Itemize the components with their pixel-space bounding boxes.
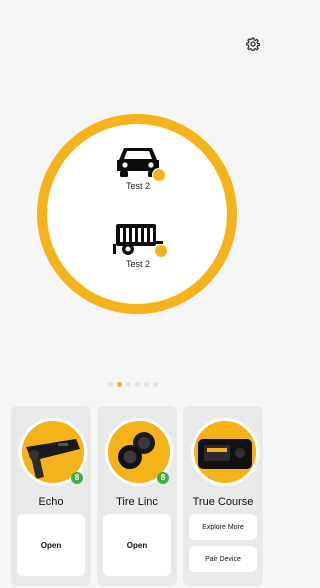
- page-dot[interactable]: [108, 382, 113, 387]
- device-card-echo[interactable]: 8 Echo Open: [11, 406, 91, 586]
- device-image-true-course: [191, 418, 259, 486]
- page-dot[interactable]: [135, 382, 140, 387]
- device-card-true-course[interactable]: True Course Explore More Pair Device: [183, 406, 263, 586]
- open-button[interactable]: Open: [17, 514, 85, 576]
- device-name: Echo: [38, 496, 64, 508]
- page-dot[interactable]: [153, 382, 158, 387]
- vehicle-item-car[interactable]: Test 2: [108, 142, 168, 191]
- vehicle-name: Test 2: [125, 181, 150, 191]
- pair-device-button[interactable]: Pair Device: [189, 546, 257, 572]
- page-dot-active[interactable]: [117, 382, 122, 387]
- page-indicator: [108, 382, 158, 387]
- open-button[interactable]: Open: [103, 514, 171, 576]
- gear-icon: [245, 37, 261, 52]
- settings-button[interactable]: [245, 37, 262, 53]
- edit-icon[interactable]: [152, 168, 166, 182]
- page-dot[interactable]: [126, 382, 131, 387]
- vehicle-name: Test 2: [125, 259, 150, 269]
- vehicle-selector: Test 2 Test 2: [47, 124, 227, 304]
- vehicle-selector-ring: Test 2 Test 2: [37, 114, 237, 314]
- explore-more-button[interactable]: Explore More: [189, 514, 257, 540]
- connection-badge: 8: [157, 472, 169, 484]
- edit-icon[interactable]: [154, 244, 168, 258]
- connection-badge: 8: [71, 472, 83, 484]
- device-name: Tire Linc: [116, 496, 158, 508]
- device-name: True Course: [192, 496, 254, 508]
- vehicle-item-trailer[interactable]: Test 2: [108, 222, 168, 269]
- page-dot[interactable]: [144, 382, 149, 387]
- device-card-tire-linc[interactable]: 8 Tire Linc Open: [97, 406, 177, 586]
